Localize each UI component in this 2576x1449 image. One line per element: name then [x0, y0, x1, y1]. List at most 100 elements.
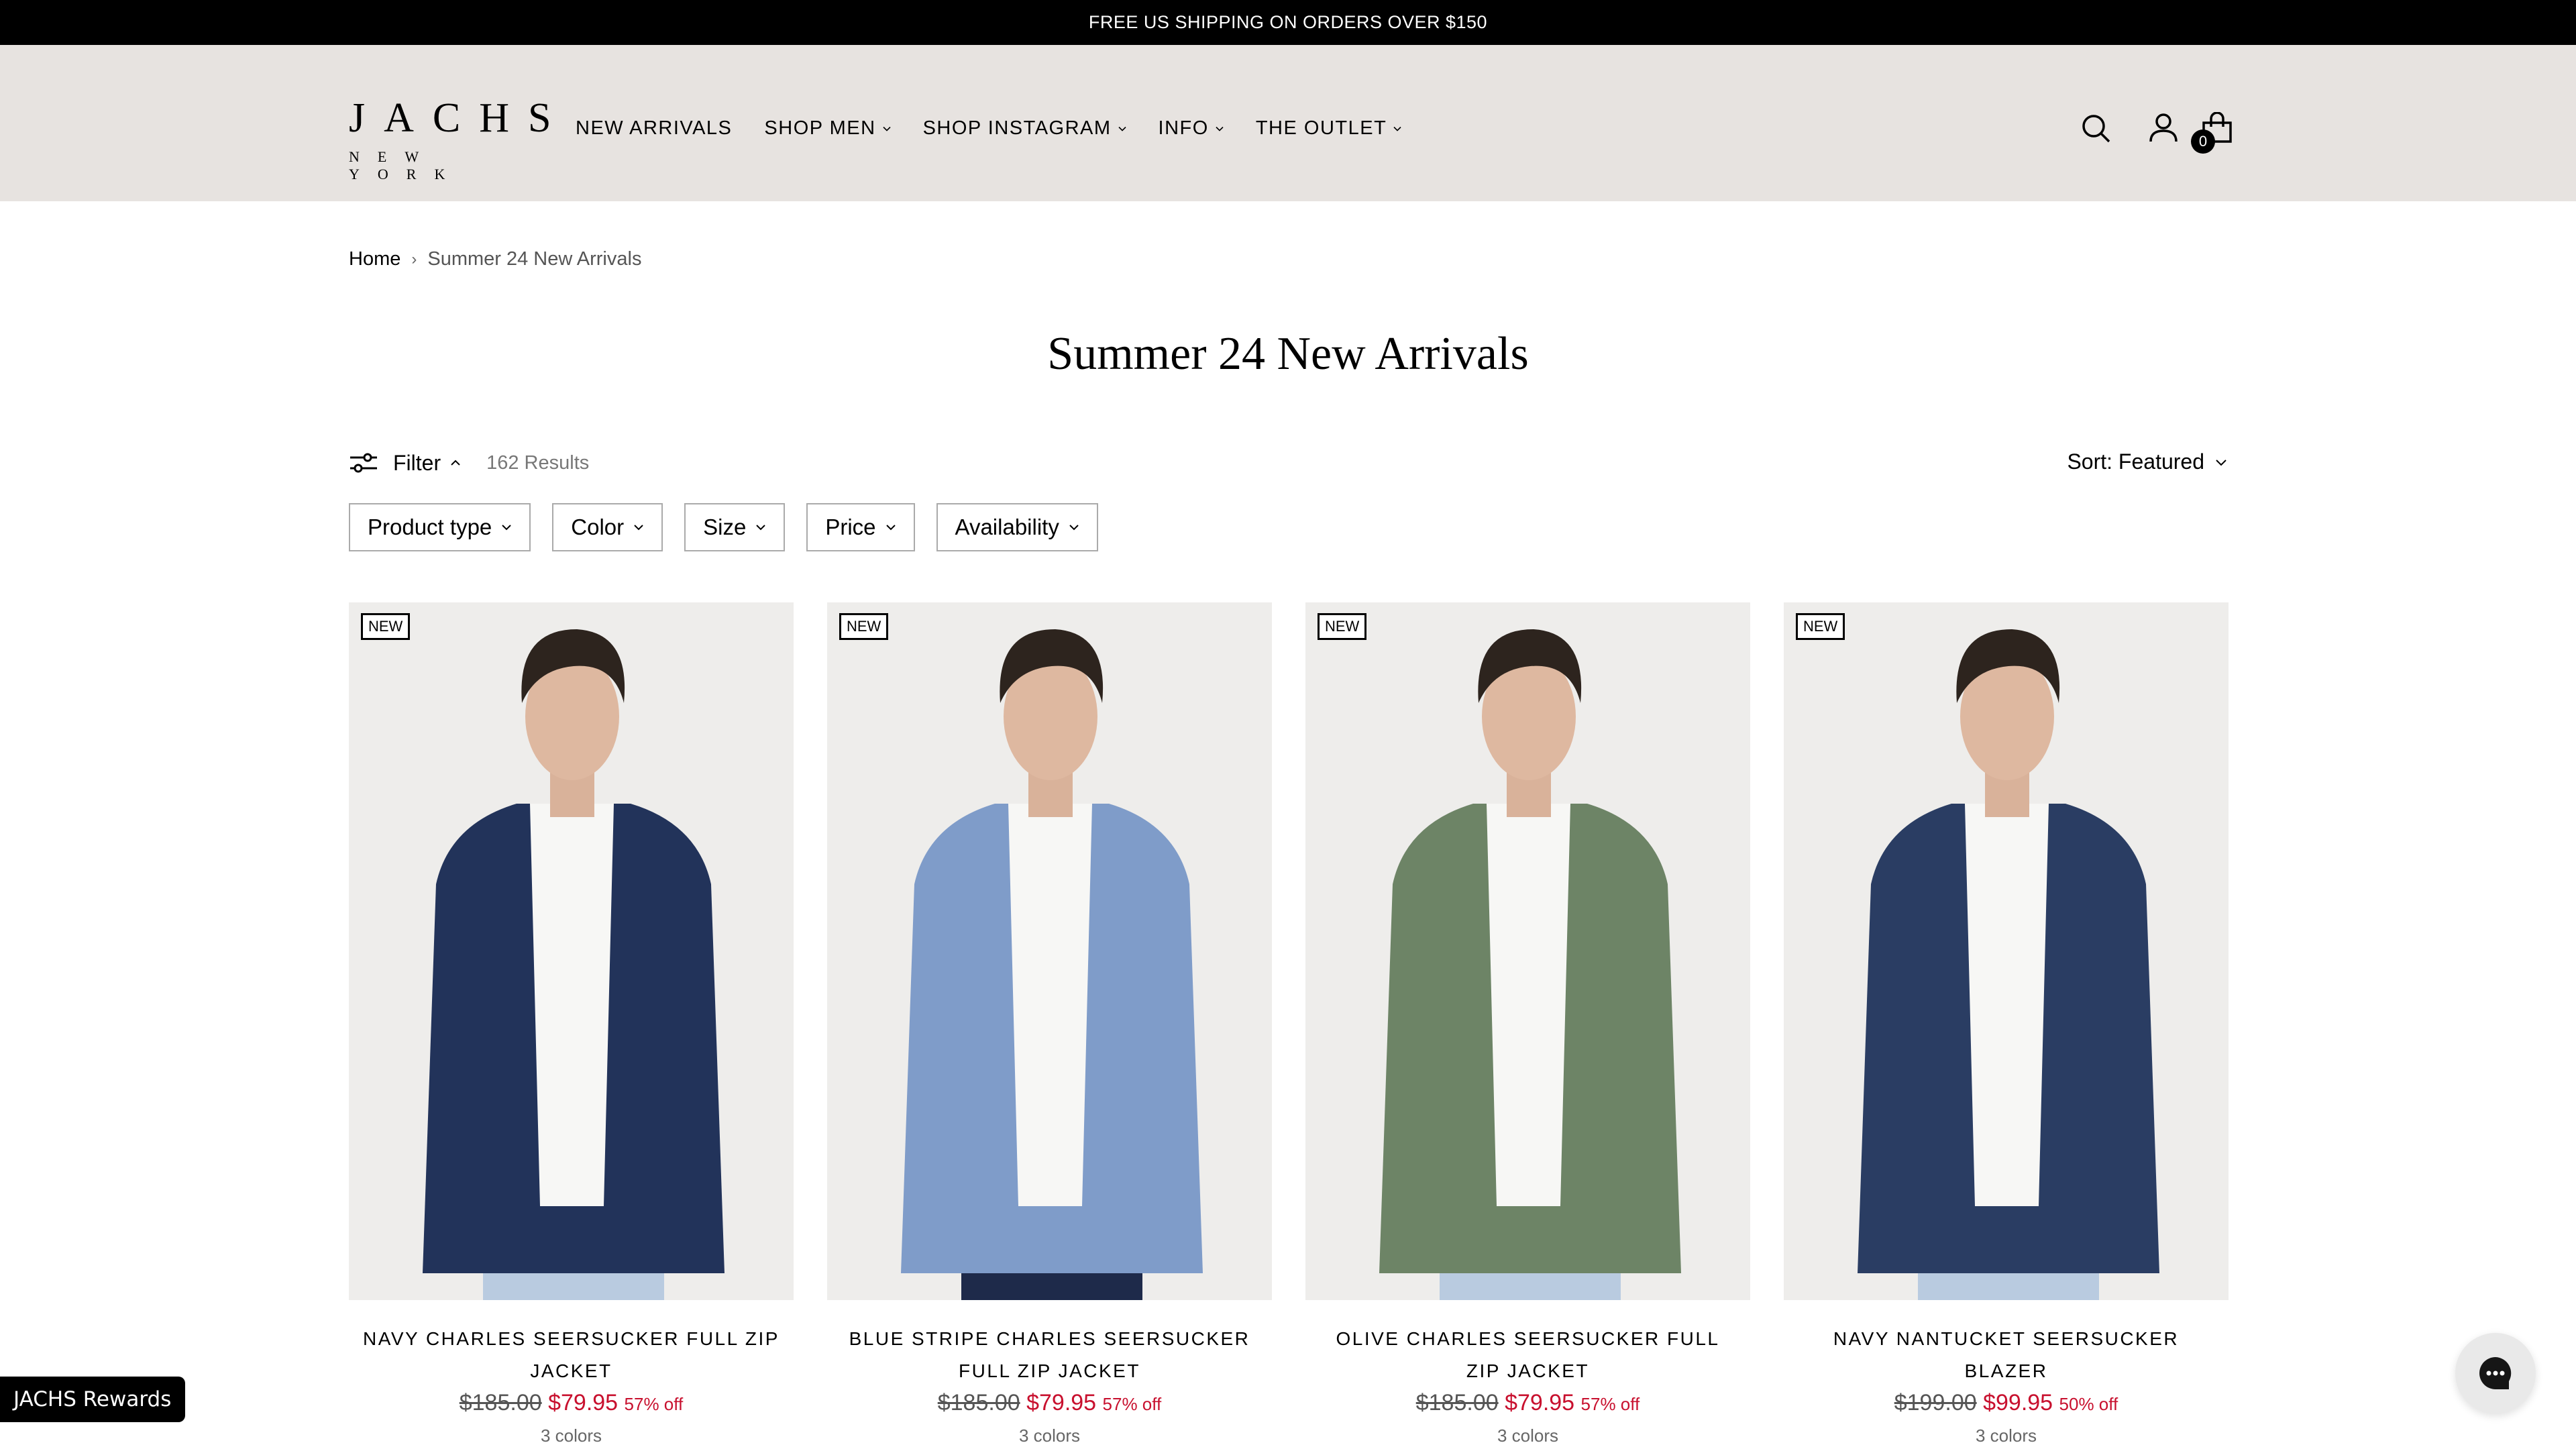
discount: 57% off: [624, 1394, 684, 1414]
original-price: $199.00: [1894, 1390, 1977, 1415]
announcement-text: FREE US SHIPPING ON ORDERS OVER $150: [1088, 12, 1488, 32]
sale-price: $79.95: [1026, 1390, 1097, 1415]
chevron-down-icon: [2216, 459, 2226, 466]
product-price: $185.00 $79.95 57% off: [1305, 1390, 1750, 1416]
product-name[interactable]: NAVY CHARLES SEERSUCKER FULL ZIP JACKET: [349, 1323, 794, 1387]
sale-price: $99.95: [1983, 1390, 2053, 1415]
filter-sliders-icon[interactable]: [349, 449, 378, 476]
chevron-down-icon: [1118, 126, 1126, 131]
product-name[interactable]: NAVY NANTUCKET SEERSUCKER BLAZER: [1784, 1323, 2229, 1387]
product-card[interactable]: NEW OLIVE CHARLES SEERSUCKER FULL ZIP JA…: [1305, 602, 1750, 1446]
chevron-down-icon: [502, 525, 511, 531]
sort-label: Sort: Featured: [2067, 449, 2204, 474]
filter-availability[interactable]: Availability: [936, 503, 1098, 551]
chat-button[interactable]: [2455, 1333, 2536, 1413]
product-name[interactable]: OLIVE CHARLES SEERSUCKER FULL ZIP JACKET: [1305, 1323, 1750, 1387]
product-card[interactable]: NEW BLUE STRIPE CHARLES SEERSUCKER FULL …: [827, 602, 1272, 1446]
filter-product-type[interactable]: Product type: [349, 503, 531, 551]
chip-label: Product type: [368, 515, 492, 539]
chevron-down-icon: [756, 525, 766, 531]
sort-dropdown[interactable]: Sort: Featured: [2067, 449, 2227, 474]
product-image[interactable]: NEW: [349, 602, 794, 1300]
chevron-down-icon: [1069, 525, 1079, 531]
chevron-down-icon: [1216, 126, 1224, 131]
model-photo: [827, 602, 1272, 1300]
page-title: Summer 24 New Arrivals: [1047, 328, 1529, 380]
product-name[interactable]: BLUE STRIPE CHARLES SEERSUCKER FULL ZIP …: [827, 1323, 1272, 1387]
new-badge: NEW: [361, 613, 411, 640]
chevron-down-icon: [634, 525, 643, 531]
main-nav: NEW ARRIVALS SHOP MEN SHOP INSTAGRAM INF…: [576, 117, 1401, 140]
sale-price: $79.95: [548, 1390, 619, 1415]
logo-main: JACHS: [349, 95, 570, 141]
filter-color[interactable]: Color: [552, 503, 663, 551]
chevron-down-icon: [885, 525, 896, 531]
t-shirt: [1487, 804, 1570, 1206]
new-badge: NEW: [839, 613, 889, 640]
filter-price[interactable]: Price: [806, 503, 915, 551]
results-count: 162 Results: [486, 451, 590, 474]
color-count: 3 colors: [540, 1426, 602, 1446]
t-shirt: [530, 804, 614, 1206]
chip-label: Availability: [955, 515, 1059, 539]
chip-label: Color: [571, 515, 625, 539]
product-image[interactable]: NEW: [1784, 602, 2229, 1300]
original-price: $185.00: [1415, 1390, 1499, 1415]
product-price: $185.00 $79.95 57% off: [349, 1390, 794, 1416]
filter-toggle[interactable]: Filter: [393, 451, 441, 476]
product-card[interactable]: NEW NAVY CHARLES SEERSUCKER FULL ZIP JAC…: [349, 602, 794, 1446]
model-photo: [349, 602, 794, 1300]
breadcrumb-home[interactable]: Home: [349, 248, 400, 270]
nav-label: THE OUTLET: [1255, 117, 1387, 139]
filter-chips: Product type Color Size Price Availabili…: [349, 503, 1098, 551]
nav-new-arrivals[interactable]: NEW ARRIVALS: [576, 117, 732, 140]
chevron-up-icon[interactable]: [450, 458, 461, 468]
chat-icon: [2479, 1357, 2512, 1389]
header-icons: 0: [2080, 111, 2234, 154]
nav-shop-instagram[interactable]: SHOP INSTAGRAM: [923, 117, 1126, 140]
nav-the-outlet[interactable]: THE OUTLET: [1256, 117, 1401, 140]
logo[interactable]: JACHS NEW YORK: [349, 95, 570, 183]
discount: 57% off: [1102, 1394, 1162, 1414]
nav-label: SHOP MEN: [764, 117, 876, 139]
breadcrumb: Home › Summer 24 New Arrivals: [349, 248, 641, 270]
account-button[interactable]: [2147, 112, 2180, 146]
new-badge: NEW: [1318, 613, 1367, 640]
breadcrumb-separator: ›: [411, 250, 417, 268]
search-button[interactable]: [2080, 112, 2113, 146]
nav-label: SHOP INSTAGRAM: [922, 117, 1112, 139]
new-badge: NEW: [1796, 613, 1845, 640]
filter-size[interactable]: Size: [684, 503, 786, 551]
rewards-button[interactable]: JACHS Rewards: [0, 1377, 185, 1422]
product-card[interactable]: NEW NAVY NANTUCKET SEERSUCKER BLAZER $19…: [1784, 602, 2229, 1446]
announcement-bar: FREE US SHIPPING ON ORDERS OVER $150: [0, 0, 2576, 45]
search-icon: [2082, 115, 2110, 143]
nav-label: NEW ARRIVALS: [576, 117, 733, 139]
chip-label: Price: [825, 515, 876, 539]
discount: 50% off: [2059, 1394, 2118, 1414]
color-count: 3 colors: [1497, 1426, 1559, 1446]
product-grid: NEW NAVY CHARLES SEERSUCKER FULL ZIP JAC…: [349, 602, 2229, 1446]
product-image[interactable]: NEW: [827, 602, 1272, 1300]
cart-button[interactable]: 0: [2191, 111, 2234, 154]
site-header: JACHS NEW YORK NEW ARRIVALS SHOP MEN SHO…: [0, 45, 2576, 201]
nav-shop-men[interactable]: SHOP MEN: [764, 117, 891, 140]
color-count: 3 colors: [1018, 1426, 1081, 1446]
chip-label: Size: [703, 515, 747, 539]
model-photo: [1305, 602, 1750, 1300]
color-count: 3 colors: [1975, 1426, 2037, 1446]
original-price: $185.00: [937, 1390, 1020, 1415]
discount: 57% off: [1580, 1394, 1640, 1414]
sale-price: $79.95: [1505, 1390, 1575, 1415]
t-shirt: [1965, 804, 2049, 1206]
filter-bar: Filter 162 Results: [349, 449, 589, 476]
account-icon: [2149, 113, 2178, 142]
breadcrumb-current: Summer 24 New Arrivals: [427, 248, 642, 270]
logo-sub: NEW YORK: [349, 148, 464, 182]
cart-count-badge: 0: [2191, 129, 2215, 154]
product-image[interactable]: NEW: [1305, 602, 1750, 1300]
chevron-down-icon: [1393, 126, 1401, 131]
product-price: $199.00 $99.95 50% off: [1784, 1390, 2229, 1416]
nav-info[interactable]: INFO: [1159, 117, 1224, 140]
product-price: $185.00 $79.95 57% off: [827, 1390, 1272, 1416]
